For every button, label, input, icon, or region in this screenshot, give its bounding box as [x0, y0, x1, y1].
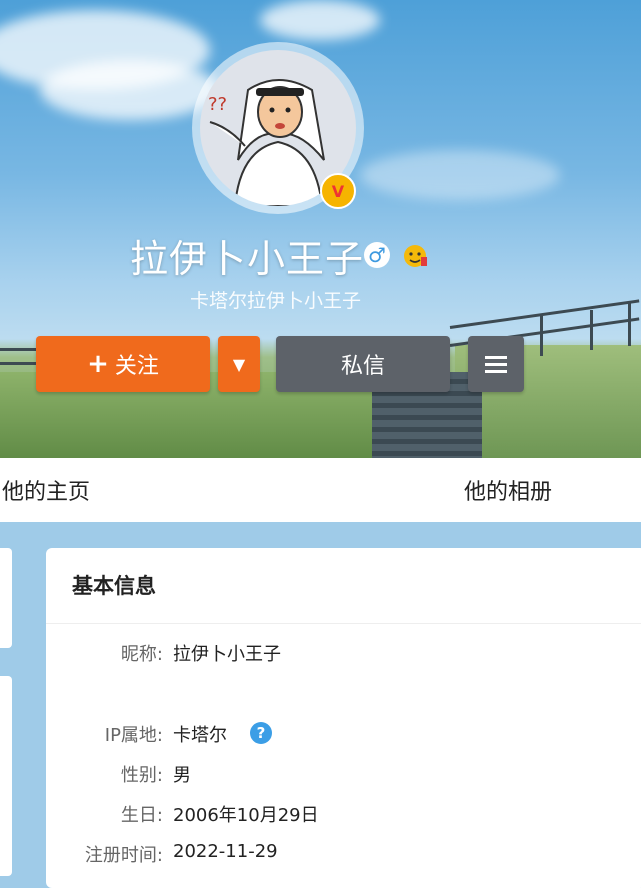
fence-post — [590, 310, 593, 350]
profile-nav: 他的主页 他的相册 — [0, 458, 641, 522]
cloud — [360, 150, 560, 200]
card-title: 基本信息 — [72, 574, 156, 598]
gender-label: 性别: — [120, 765, 163, 786]
side-panel — [0, 548, 12, 648]
ip-location-value: 卡塔尔 — [173, 725, 227, 746]
svg-text:??: ?? — [208, 94, 227, 115]
profile-subtitle: 卡塔尔拉伊卜小王子 — [190, 290, 362, 312]
chevron-down-icon: ▼ — [232, 354, 246, 374]
message-label: 私信 — [340, 354, 385, 379]
follow-dropdown-button[interactable]: ▼ — [218, 336, 260, 392]
profile-name: 拉伊卜小王子 — [130, 237, 365, 281]
message-button[interactable]: 私信 — [276, 336, 450, 392]
follow-button[interactable]: + 关注 — [36, 336, 210, 392]
plus-icon: + — [87, 349, 109, 379]
male-gender-icon: ♂ — [364, 242, 390, 268]
help-icon[interactable]: ? — [250, 722, 272, 744]
fence-post — [628, 302, 631, 346]
basic-info-card: 基本信息 昵称: 拉伊卜小王子 IP属地: 卡塔尔 ? 性别: 男 生日: 20… — [46, 548, 641, 888]
fence-rail — [0, 348, 40, 351]
fence-rail — [449, 299, 640, 329]
gender-value: 男 — [173, 765, 191, 786]
follow-label: 关注 — [114, 354, 159, 379]
verified-badge-icon: V — [320, 173, 356, 209]
birthday-label: 生日: — [120, 805, 163, 826]
more-menu-button[interactable] — [468, 336, 524, 392]
tab-album[interactable]: 他的相册 — [464, 474, 552, 506]
nickname-value: 拉伊卜小王子 — [173, 644, 281, 665]
tab-home[interactable]: 他的主页 — [2, 474, 90, 506]
birthday-value: 2006年10月29日 — [173, 805, 319, 826]
register-date-value: 2022-11-29 — [173, 841, 278, 862]
nickname-label: 昵称: — [120, 644, 163, 665]
divider — [46, 623, 641, 624]
fence-rail — [0, 362, 40, 365]
emoji-badge-icon — [400, 242, 430, 270]
fence-post — [540, 316, 543, 356]
register-date-label: 注册时间: — [84, 845, 163, 866]
ip-location-label: IP属地: — [104, 725, 163, 746]
side-panel — [0, 676, 12, 876]
cloud — [260, 0, 380, 40]
menu-icon — [485, 352, 507, 377]
